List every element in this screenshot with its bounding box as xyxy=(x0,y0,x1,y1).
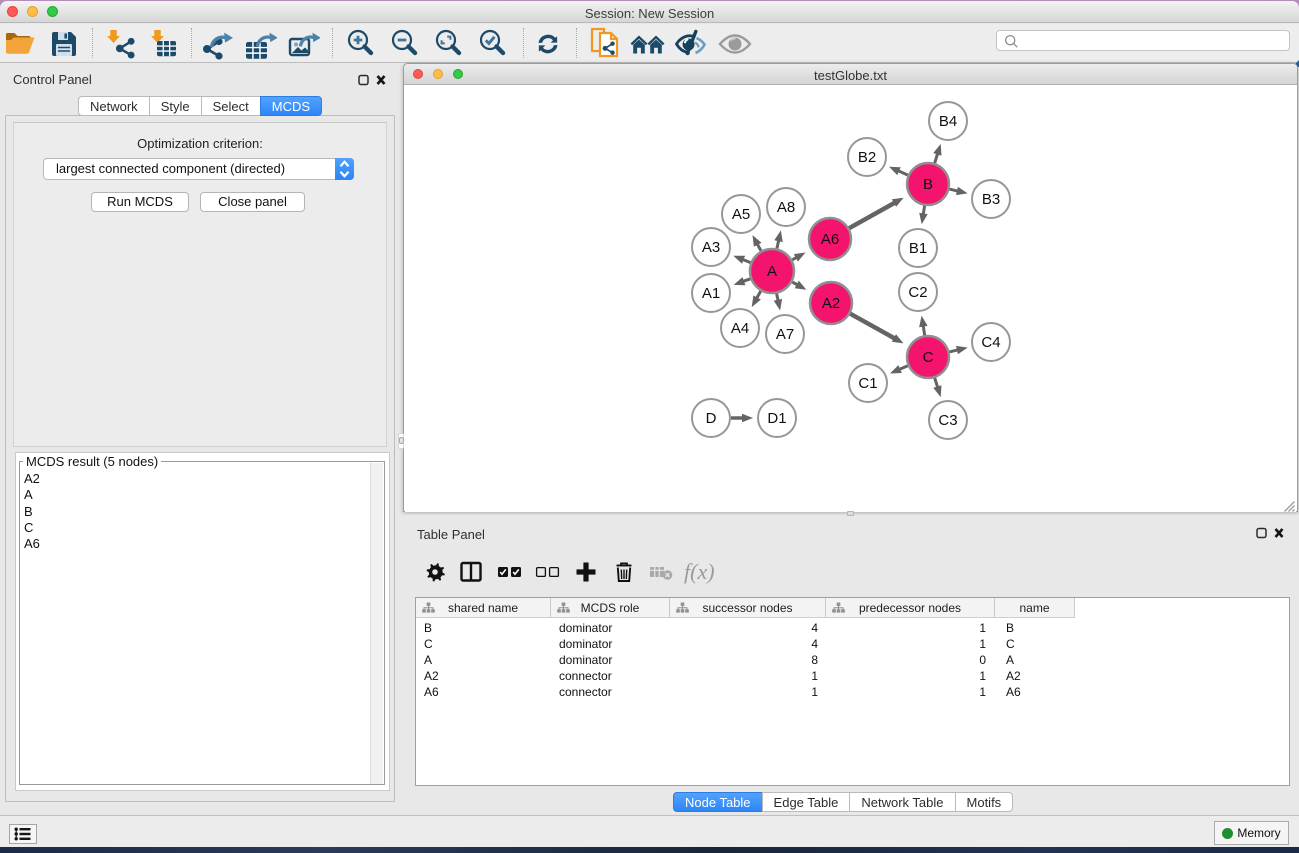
svg-text:B: B xyxy=(923,176,933,193)
svg-text:B1: B1 xyxy=(909,240,927,257)
svg-text:D1: D1 xyxy=(767,410,786,427)
svg-text:B4: B4 xyxy=(939,113,957,130)
svg-text:C1: C1 xyxy=(858,375,877,392)
svg-text:A8: A8 xyxy=(777,199,795,216)
svg-text:A1: A1 xyxy=(702,285,720,302)
svg-text:D: D xyxy=(706,410,717,427)
svg-text:C: C xyxy=(923,349,934,366)
svg-text:A5: A5 xyxy=(732,206,750,223)
svg-text:A: A xyxy=(767,263,777,280)
svg-text:B3: B3 xyxy=(982,191,1000,208)
svg-text:A7: A7 xyxy=(776,326,794,343)
svg-text:C3: C3 xyxy=(938,412,957,429)
svg-text:A4: A4 xyxy=(731,320,749,337)
svg-text:C2: C2 xyxy=(908,284,927,301)
svg-text:A6: A6 xyxy=(821,231,839,248)
svg-text:B2: B2 xyxy=(858,149,876,166)
svg-text:A2: A2 xyxy=(822,295,840,312)
svg-text:C4: C4 xyxy=(981,334,1000,351)
svg-text:A3: A3 xyxy=(702,239,720,256)
